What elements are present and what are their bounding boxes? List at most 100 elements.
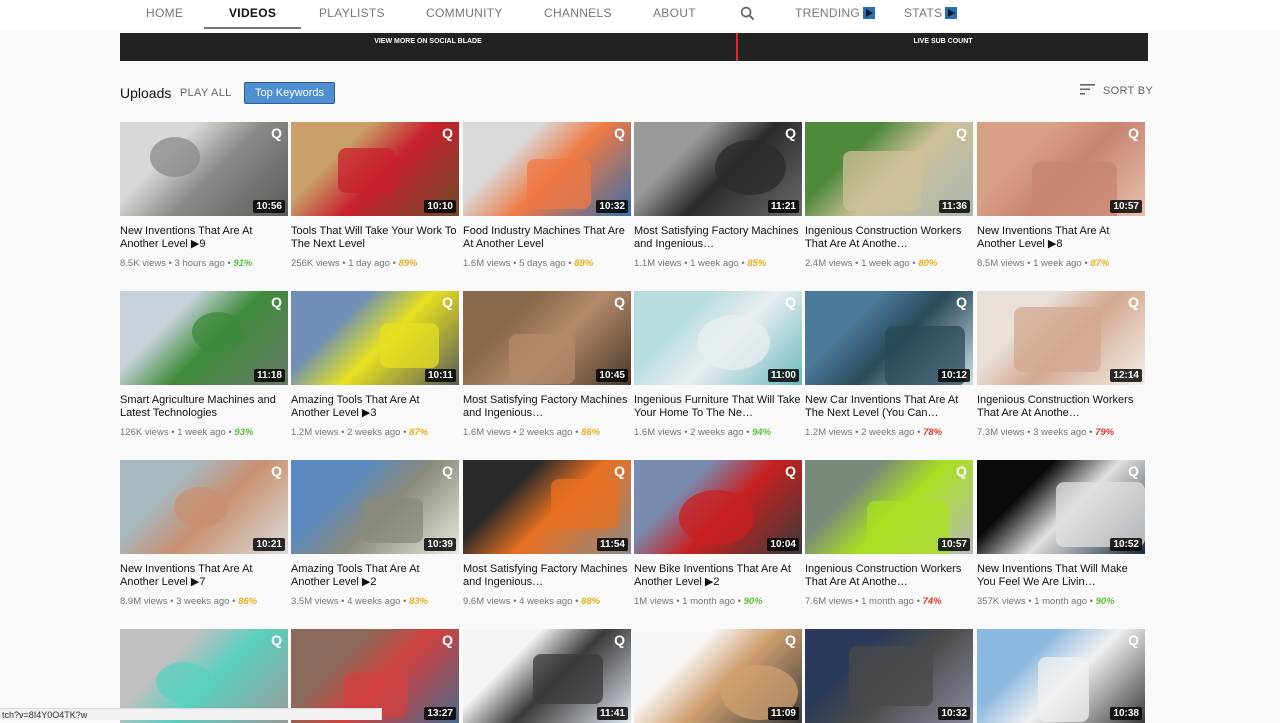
video-thumbnail[interactable]: Q 10:52	[977, 460, 1145, 554]
video-card[interactable]: Q 10:52 New Inventions That Will Make You …	[977, 460, 1145, 607]
video-thumbnail[interactable]: Q 10:21	[120, 460, 288, 554]
top-keywords-button[interactable]: Top Keywords	[244, 82, 335, 104]
video-card[interactable]: 10:32	[805, 629, 973, 723]
video-thumbnail[interactable]: Q 10:04	[634, 460, 802, 554]
separator-dot: •	[913, 596, 923, 607]
separator-dot: •	[852, 427, 862, 438]
video-card[interactable]: Q 10:38	[977, 629, 1145, 723]
video-title[interactable]: Ingenious Construction Workers That Are …	[805, 225, 973, 251]
video-title[interactable]: Smart Agriculture Machines and Latest Te…	[120, 394, 288, 420]
video-card[interactable]: Q 10:57 Ingenious Construction Workers Tha…	[805, 460, 973, 607]
video-thumbnail[interactable]: Q 12:14	[977, 291, 1145, 385]
video-title[interactable]: Amazing Tools That Are At Another Level …	[291, 563, 459, 589]
tab-videos[interactable]: VIDEOS	[204, 0, 302, 29]
video-card[interactable]: Q 10:56 New Inventions That Are At Another…	[120, 122, 288, 269]
video-thumbnail[interactable]: Q 11:36	[805, 122, 973, 216]
tab-playlists[interactable]: PLAYLISTS	[319, 0, 385, 29]
video-title[interactable]: New Car Inventions That Are At The Next …	[805, 394, 973, 420]
video-thumbnail[interactable]: Q 11:18	[120, 291, 288, 385]
video-card[interactable]: Q 10:10 Tools That Will Take Your Work To …	[291, 122, 459, 269]
tab-home[interactable]: HOME	[146, 0, 183, 29]
tab-stats[interactable]: STATS	[904, 0, 958, 29]
search-icon[interactable]	[740, 6, 755, 21]
video-title[interactable]: New Inventions That Are At Another Level…	[120, 563, 288, 589]
view-count: 8.5M views	[977, 258, 1025, 269]
play-all-button[interactable]: PLAY ALL	[180, 87, 232, 99]
video-card[interactable]: Q 11:41	[463, 629, 631, 723]
video-thumbnail[interactable]: Q 10:39	[291, 460, 459, 554]
thumbnail-image	[843, 151, 921, 211]
video-card[interactable]: Q 12:14 Ingenious Construction Workers Tha…	[977, 291, 1145, 438]
video-thumbnail[interactable]: Q 11:00	[634, 291, 802, 385]
video-duration: 11:00	[767, 369, 799, 382]
like-ratio: 94%	[752, 427, 772, 438]
video-title[interactable]: Most Satisfying Factory Machines and Ing…	[634, 225, 802, 251]
like-ratio: 89%	[398, 258, 418, 269]
video-thumbnail[interactable]: Q 11:54	[463, 460, 631, 554]
separator-dot: •	[572, 427, 582, 438]
upload-age: 1 week ago	[1033, 258, 1082, 269]
video-thumbnail[interactable]: 10:32	[805, 629, 973, 723]
video-card[interactable]: Q 10:21 New Inventions That Are At Another…	[120, 460, 288, 607]
channel-logo-icon: Q	[785, 463, 796, 479]
video-title[interactable]: New Inventions That Will Make You Feel W…	[977, 563, 1145, 589]
upload-age: 1 week ago	[861, 258, 910, 269]
video-title[interactable]: New Inventions That Are At Another Level…	[120, 225, 288, 251]
thumbnail-image	[156, 662, 212, 702]
video-thumbnail[interactable]: Q 11:21	[634, 122, 802, 216]
video-thumbnail[interactable]: Q 10:45	[463, 291, 631, 385]
video-title[interactable]: Ingenious Construction Workers That Are …	[977, 394, 1145, 420]
video-thumbnail[interactable]: Q 10:10	[291, 122, 459, 216]
separator-dot: •	[743, 427, 753, 438]
video-title[interactable]: Most Satisfying Factory Machines and Ing…	[463, 563, 631, 589]
video-duration: 10:10	[424, 200, 456, 213]
video-thumbnail[interactable]: Q 10:56	[120, 122, 288, 216]
sort-by-button[interactable]: SORT BY	[1080, 84, 1153, 97]
separator-dot: •	[389, 258, 399, 269]
video-title[interactable]: New Inventions That Are At Another Level…	[977, 225, 1145, 251]
view-count: 1.6M views	[463, 258, 511, 269]
video-title[interactable]: Food Industry Machines That Are At Anoth…	[463, 225, 631, 251]
video-card[interactable]: Q 11:21 Most Satisfying Factory Machines a…	[634, 122, 802, 269]
tab-trending-label: TRENDING	[795, 6, 861, 20]
tab-community[interactable]: COMMUNITY	[426, 0, 503, 29]
view-more-socialblade-button[interactable]: VIEW MORE ON SOCIAL BLADE	[120, 33, 736, 51]
tab-channels[interactable]: CHANNELS	[544, 0, 612, 29]
video-card[interactable]: Q 10:39 Amazing Tools That Are At Another …	[291, 460, 459, 607]
video-meta: 1M views • 1 month ago • 90%	[634, 596, 802, 607]
video-card[interactable]: Q 10:57 New Inventions That Are At Another…	[977, 122, 1145, 269]
video-thumbnail[interactable]: Q 11:09	[634, 629, 802, 723]
video-card[interactable]: Q 10:32 Food Industry Machines That Are At…	[463, 122, 631, 269]
video-thumbnail[interactable]: Q 10:12	[805, 291, 973, 385]
video-card[interactable]: Q 10:04 New Bike Inventions That Are At An…	[634, 460, 802, 607]
video-card[interactable]: Q 10:11 Amazing Tools That Are At Another …	[291, 291, 459, 438]
separator-dot: •	[510, 596, 520, 607]
video-title[interactable]: Amazing Tools That Are At Another Level …	[291, 394, 459, 420]
video-card[interactable]: Q 11:36 Ingenious Construction Workers Tha…	[805, 122, 973, 269]
video-card[interactable]: Q 10:12 New Car Inventions That Are At The…	[805, 291, 973, 438]
like-ratio: 74%	[922, 596, 942, 607]
video-thumbnail[interactable]: Q 10:57	[977, 122, 1145, 216]
video-title[interactable]: Most Satisfying Factory Machines and Ing…	[463, 394, 631, 420]
video-card[interactable]: Q 11:54 Most Satisfying Factory Machines a…	[463, 460, 631, 607]
video-title[interactable]: New Bike Inventions That Are At Another …	[634, 563, 802, 589]
live-sub-count-button[interactable]: LIVE SUB COUNT	[738, 33, 1148, 51]
video-card[interactable]: Q 11:09	[634, 629, 802, 723]
video-card[interactable]: Q 10:45 Most Satisfying Factory Machines a…	[463, 291, 631, 438]
video-thumbnail[interactable]: Q 10:57	[805, 460, 973, 554]
video-thumbnail[interactable]: Q 10:11	[291, 291, 459, 385]
upload-age: 2 weeks ago	[519, 427, 573, 438]
tab-about[interactable]: ABOUT	[653, 0, 696, 29]
thumbnail-image	[715, 140, 786, 195]
thumbnail-image	[509, 334, 575, 384]
video-thumbnail[interactable]: Q 11:41	[463, 629, 631, 723]
video-title[interactable]: Ingenious Construction Workers That Are …	[805, 563, 973, 589]
video-card[interactable]: Q 11:18 Smart Agriculture Machines and Lat…	[120, 291, 288, 438]
tab-trending[interactable]: TRENDING	[795, 0, 876, 29]
video-title[interactable]: Tools That Will Take Your Work To The Ne…	[291, 225, 459, 251]
video-card[interactable]: Q 11:00 Ingenious Furniture That Will Take…	[634, 291, 802, 438]
video-thumbnail[interactable]: Q 10:38	[977, 629, 1145, 723]
video-title[interactable]: Ingenious Furniture That Will Take Your …	[634, 394, 802, 420]
video-thumbnail[interactable]: Q 10:32	[463, 122, 631, 216]
view-count: 1.6M views	[463, 427, 511, 438]
